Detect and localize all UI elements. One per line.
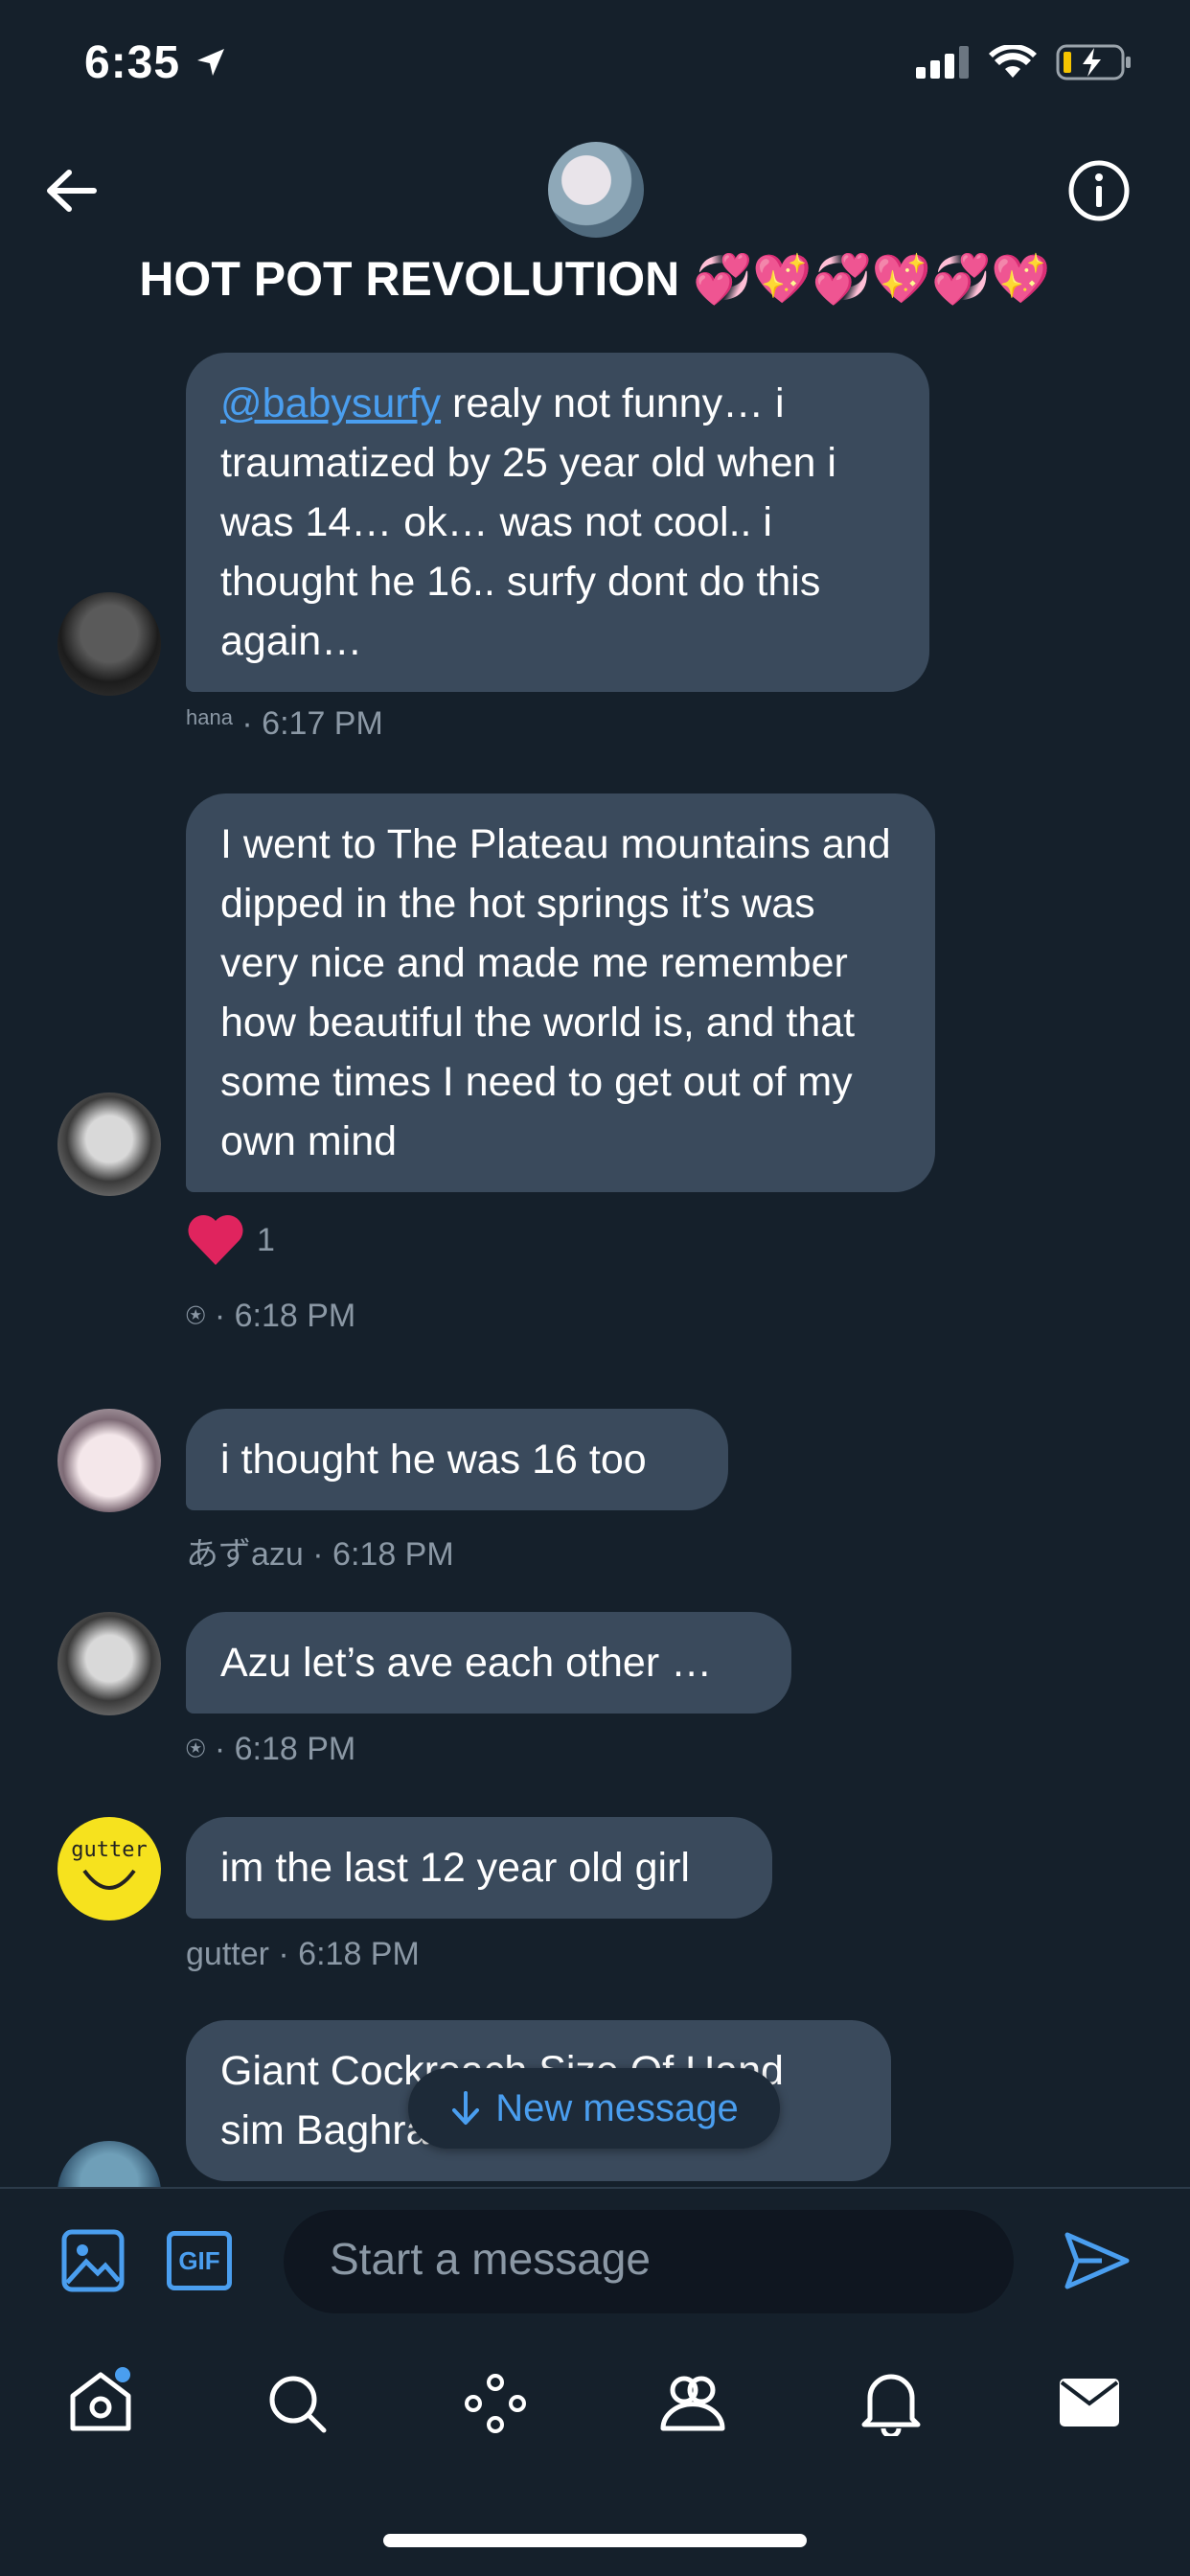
message-meta: ⍟ · 6:18 PM bbox=[186, 1298, 356, 1334]
message-text: Azu let’s ave each other … bbox=[220, 1640, 713, 1686]
location-icon bbox=[197, 49, 225, 76]
gif-button[interactable]: GIF bbox=[167, 2231, 232, 2290]
mention-link[interactable]: @babysurfy bbox=[220, 380, 441, 426]
message-meta: gutter · 6:18 PM bbox=[186, 1936, 420, 1972]
bell-icon[interactable] bbox=[860, 2369, 922, 2436]
avatar[interactable]: gutter bbox=[57, 1817, 161, 1920]
reaction-count: 1 bbox=[257, 1221, 275, 1258]
message-bubble[interactable]: Azu let’s ave each other … bbox=[186, 1612, 791, 1714]
message-text: I went to The Plateau mountains and dipp… bbox=[220, 821, 891, 1164]
home-icon[interactable] bbox=[67, 2367, 134, 2434]
arrow-down-icon bbox=[452, 2091, 480, 2125]
avatar[interactable] bbox=[57, 1612, 161, 1715]
message-meta: ⍟ · 6:18 PM bbox=[186, 1731, 356, 1767]
home-indicator bbox=[383, 2534, 807, 2547]
message-input-placeholder: Start a message bbox=[330, 2234, 651, 2284]
status-time: 6:35 bbox=[84, 36, 228, 89]
message-text: im the last 12 year old girl bbox=[220, 1845, 690, 1891]
conversation-title[interactable]: HOT POT REVOLUTION 💞💖💞💖💞💖 bbox=[0, 251, 1190, 308]
message-text: i thought he was 16 too bbox=[220, 1437, 647, 1483]
search-icon[interactable] bbox=[266, 2373, 328, 2434]
gif-label: GIF bbox=[178, 2245, 220, 2275]
signal-icon bbox=[916, 46, 969, 79]
group-avatar[interactable] bbox=[548, 142, 644, 238]
wifi-icon bbox=[989, 45, 1037, 78]
battery-charging-icon bbox=[1056, 44, 1131, 80]
info-icon[interactable] bbox=[1067, 159, 1131, 222]
message-bubble[interactable]: I went to The Plateau mountains and dipp… bbox=[186, 794, 935, 1192]
message-meta: あずazu · 6:18 PM bbox=[186, 1536, 454, 1573]
send-icon[interactable] bbox=[1064, 2229, 1131, 2292]
image-icon[interactable] bbox=[61, 2229, 125, 2292]
avatar[interactable] bbox=[57, 592, 161, 696]
back-arrow-icon[interactable] bbox=[42, 161, 102, 220]
smile-icon bbox=[82, 1869, 136, 1890]
spaces-icon[interactable] bbox=[462, 2373, 529, 2434]
avatar[interactable] bbox=[57, 1092, 161, 1196]
new-message-label: New message bbox=[495, 2086, 739, 2129]
communities-icon[interactable] bbox=[657, 2369, 728, 2434]
message-bubble[interactable]: @babysurfy realy not funny… i traumatize… bbox=[186, 353, 929, 692]
reaction[interactable]: 1 bbox=[186, 1213, 275, 1267]
new-message-button[interactable]: New message bbox=[408, 2068, 780, 2149]
message-bubble[interactable]: im the last 12 year old girl bbox=[186, 1817, 772, 1919]
message-meta: hana · 6:17 PM bbox=[186, 705, 383, 742]
message-bubble[interactable]: i thought he was 16 too bbox=[186, 1409, 728, 1510]
heart-icon bbox=[188, 1214, 243, 1265]
avatar-label: gutter bbox=[71, 1838, 148, 1862]
status-icons bbox=[916, 44, 1133, 80]
avatar[interactable] bbox=[57, 1409, 161, 1512]
mail-icon[interactable] bbox=[1058, 2377, 1121, 2428]
avatar[interactable] bbox=[57, 2141, 161, 2187]
